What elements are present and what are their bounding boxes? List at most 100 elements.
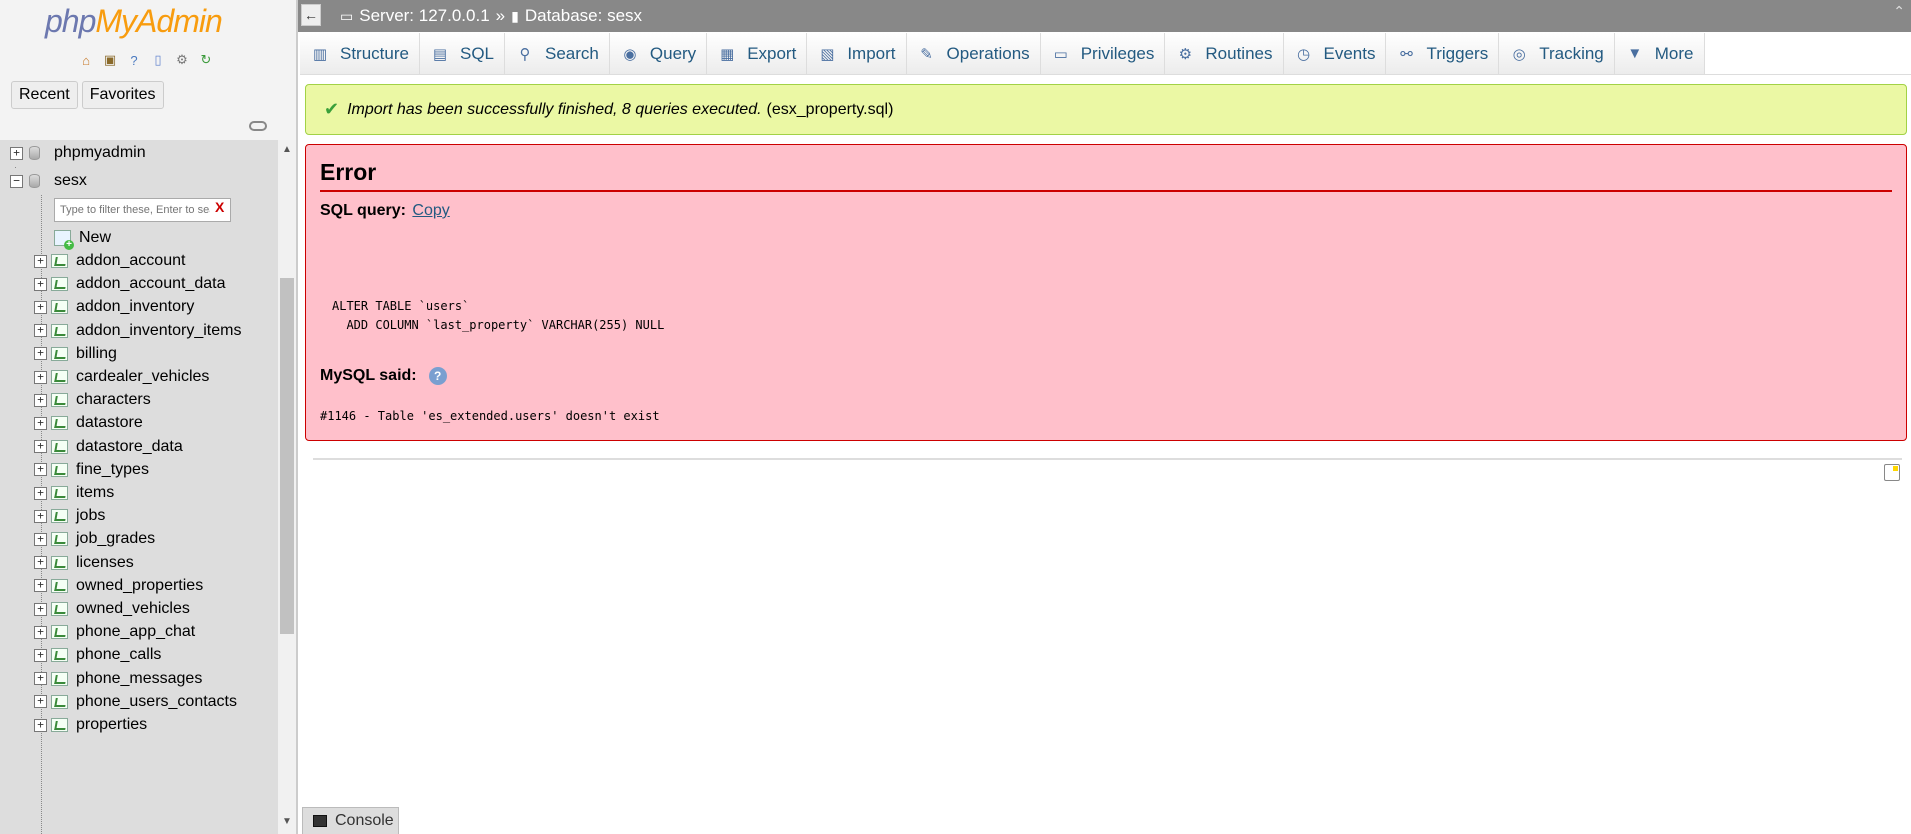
- tab-tracking[interactable]: ◎ Tracking: [1499, 33, 1615, 74]
- scroll-down-icon[interactable]: ▼: [282, 816, 292, 827]
- home-icon[interactable]: ⌂: [76, 50, 96, 70]
- collapse-icon[interactable]: −: [10, 174, 23, 188]
- page-settings-icon[interactable]: [1884, 464, 1900, 481]
- tree-item-table[interactable]: + phone_users_contacts: [0, 689, 278, 715]
- recent-tab[interactable]: Recent: [11, 81, 78, 109]
- tab-triggers[interactable]: ⚯ Triggers: [1386, 33, 1500, 74]
- tree-item-label[interactable]: licenses: [76, 554, 134, 572]
- link-with-main-icon[interactable]: [249, 121, 267, 131]
- expand-icon[interactable]: +: [34, 440, 47, 454]
- tree-item-table[interactable]: + items: [0, 480, 278, 506]
- tree-item-table[interactable]: + datastore: [0, 410, 278, 436]
- tab-operations[interactable]: ✎ Operations: [906, 33, 1041, 74]
- expand-icon[interactable]: +: [34, 486, 47, 500]
- tree-item-table[interactable]: + datastore_data: [0, 434, 278, 460]
- tab-query[interactable]: ◉ Query: [609, 33, 708, 74]
- tree-item-label[interactable]: phone_users_contacts: [76, 693, 237, 711]
- tab-structure[interactable]: ▥ Structure: [300, 33, 420, 74]
- tab-more[interactable]: ▼ More: [1614, 33, 1705, 74]
- tree-item-table[interactable]: + owned_vehicles: [0, 596, 278, 622]
- tree-item-label[interactable]: billing: [76, 345, 117, 363]
- tree-item-label[interactable]: New: [79, 229, 111, 247]
- tree-item-label[interactable]: job_grades: [76, 530, 155, 548]
- clear-filter-icon[interactable]: X: [215, 199, 224, 215]
- tree-item-label[interactable]: cardealer_vehicles: [76, 368, 209, 386]
- tree-item-table[interactable]: + fine_types: [0, 457, 278, 483]
- navigation-scrollbar[interactable]: ▲ ▼: [278, 140, 296, 834]
- tree-item-label[interactable]: properties: [76, 716, 147, 734]
- tree-item-label[interactable]: addon_account_data: [76, 275, 225, 293]
- tree-item-table[interactable]: + addon_account: [0, 248, 278, 274]
- tree-item-phpmyadmin[interactable]: + phpmyadmin: [0, 140, 278, 166]
- table-filter-input[interactable]: [54, 198, 231, 222]
- help-icon[interactable]: ?: [124, 50, 144, 70]
- tree-item-table[interactable]: + addon_inventory: [0, 294, 278, 320]
- logout-icon[interactable]: ▣: [100, 50, 120, 70]
- expand-icon[interactable]: +: [10, 146, 23, 160]
- expand-icon[interactable]: +: [34, 648, 47, 662]
- expand-icon[interactable]: +: [34, 672, 47, 686]
- tree-item-label[interactable]: phone_messages: [76, 670, 202, 688]
- tab-search[interactable]: ⚲ Search: [505, 33, 610, 74]
- expand-icon[interactable]: +: [34, 695, 47, 709]
- tree-item-table[interactable]: + owned_properties: [0, 573, 278, 599]
- expand-icon[interactable]: +: [34, 532, 47, 546]
- tab-sql[interactable]: ▤ SQL: [419, 33, 506, 74]
- expand-icon[interactable]: +: [34, 463, 47, 477]
- tab-routines[interactable]: ⚙ Routines: [1165, 33, 1284, 74]
- tab-export[interactable]: ▦ Export: [707, 33, 808, 74]
- maximize-icon[interactable]: ⌃: [1893, 3, 1905, 20]
- tree-item-table[interactable]: + phone_messages: [0, 666, 278, 692]
- console-toggle[interactable]: Console: [302, 807, 399, 834]
- tree-item-label[interactable]: addon_account: [76, 252, 185, 270]
- expand-icon[interactable]: +: [34, 718, 47, 732]
- tree-item-label[interactable]: datastore: [76, 414, 143, 432]
- tree-item-table[interactable]: + phone_calls: [0, 642, 278, 668]
- tree-item-table[interactable]: + cardealer_vehicles: [0, 364, 278, 390]
- tree-item-table[interactable]: + licenses: [0, 550, 278, 576]
- tree-item-label[interactable]: addon_inventory_items: [76, 322, 241, 340]
- expand-icon[interactable]: +: [34, 393, 47, 407]
- copy-link[interactable]: Copy: [412, 202, 449, 219]
- reload-icon[interactable]: ↻: [196, 50, 216, 70]
- tree-item-label[interactable]: fine_types: [76, 461, 149, 479]
- expand-icon[interactable]: +: [34, 300, 47, 314]
- documentation-help-icon[interactable]: ?: [428, 367, 447, 385]
- breadcrumb-database[interactable]: Database: sesx: [525, 6, 642, 26]
- tree-item-table[interactable]: + properties: [0, 712, 278, 738]
- tab-events[interactable]: ◷ Events: [1283, 33, 1387, 74]
- tree-item-label[interactable]: datastore_data: [76, 438, 183, 456]
- expand-icon[interactable]: +: [34, 509, 47, 523]
- tree-item-table[interactable]: + addon_account_data: [0, 271, 278, 297]
- expand-icon[interactable]: +: [34, 254, 47, 268]
- tree-item-table[interactable]: + billing: [0, 341, 278, 367]
- tree-item-label[interactable]: owned_vehicles: [76, 600, 190, 618]
- expand-icon[interactable]: +: [34, 556, 47, 570]
- tree-item-label[interactable]: jobs: [76, 507, 105, 525]
- tree-item-table[interactable]: + job_grades: [0, 526, 278, 552]
- tree-item-label[interactable]: phone_app_chat: [76, 623, 195, 641]
- tree-item-label[interactable]: sesx: [54, 172, 87, 190]
- expand-icon[interactable]: +: [34, 277, 47, 291]
- tree-item-table[interactable]: + addon_inventory_items: [0, 318, 278, 344]
- expand-icon[interactable]: +: [34, 324, 47, 338]
- phpmyadmin-logo[interactable]: phpMyAdmin: [45, 3, 223, 40]
- tree-item-label[interactable]: phpmyadmin: [54, 144, 146, 162]
- documentation-icon[interactable]: ▯: [148, 50, 168, 70]
- settings-gear-icon[interactable]: ⚙: [172, 50, 192, 70]
- tree-item-label[interactable]: phone_calls: [76, 646, 161, 664]
- favorites-tab[interactable]: Favorites: [81, 81, 164, 109]
- tab-privileges[interactable]: ▭ Privileges: [1040, 33, 1166, 74]
- expand-icon[interactable]: +: [34, 370, 47, 384]
- tree-item-table[interactable]: + phone_app_chat: [0, 619, 278, 645]
- scroll-up-icon[interactable]: ▲: [282, 144, 292, 155]
- expand-icon[interactable]: +: [34, 579, 47, 593]
- expand-icon[interactable]: +: [34, 602, 47, 616]
- tree-item-table[interactable]: + jobs: [0, 503, 278, 529]
- tree-item-table[interactable]: + characters: [0, 387, 278, 413]
- breadcrumb-server[interactable]: Server: 127.0.0.1: [359, 6, 489, 26]
- tree-item-sesx[interactable]: − sesx: [0, 168, 278, 194]
- scrollbar-thumb[interactable]: [280, 278, 294, 634]
- expand-icon[interactable]: +: [34, 416, 47, 430]
- tree-item-label[interactable]: addon_inventory: [76, 298, 194, 316]
